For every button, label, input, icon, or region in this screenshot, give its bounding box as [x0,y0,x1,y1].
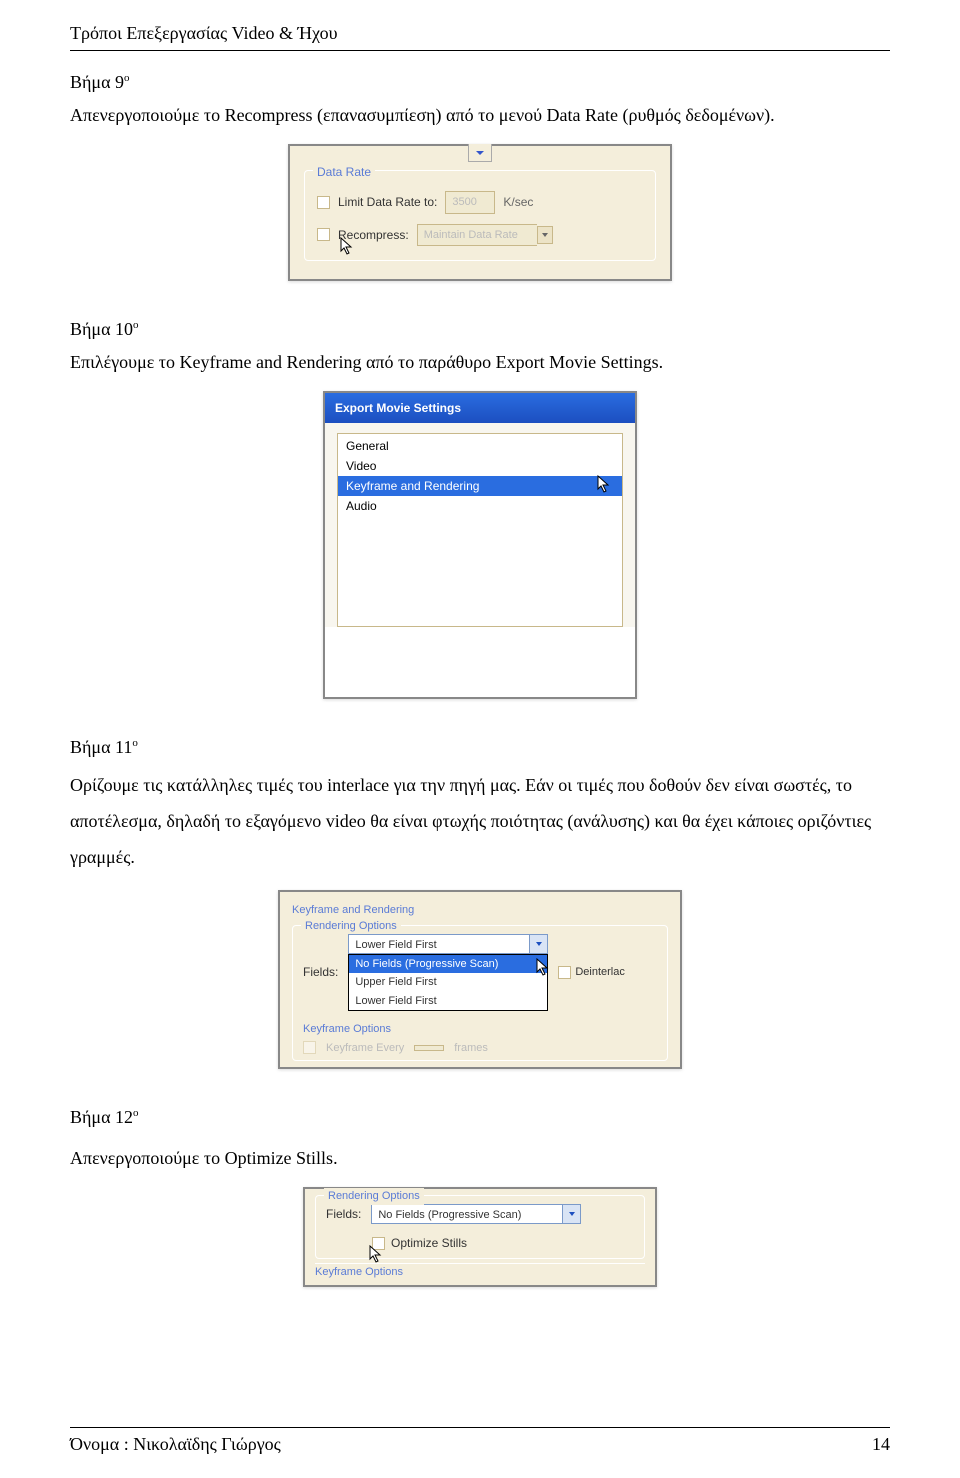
dropdown-tab-icon [468,144,492,162]
figure1: Data Rate Limit Data Rate to: 3500 K/sec… [288,144,672,281]
optimize-stills-label: Optimize Stills [391,1234,467,1252]
figure2: Export Movie Settings General Video Keyf… [323,391,637,699]
step11-heading: Βήμα 11ο [70,734,890,761]
chevron-down-icon [529,935,547,953]
rendering-options-group2: Rendering Options Fields: No Fields (Pro… [315,1195,645,1259]
step11-desc: Ορίζουμε τις κατάλληλες τιμές του interl… [70,767,890,875]
keyframe-options-label2: Keyframe Options [315,1263,645,1281]
step9-heading: Βήμα 9ο [70,69,890,96]
page-header: Τρόποι Επεξεργασίας Video & Ήχου [70,20,890,51]
figure4: Rendering Options Fields: No Fields (Pro… [303,1187,657,1287]
limit-unit: K/sec [503,193,533,211]
fields-combobox2[interactable]: No Fields (Progressive Scan) [371,1204,581,1224]
figure1-wrap: Data Rate Limit Data Rate to: 3500 K/sec… [70,144,890,281]
step11-sup: ο [132,737,138,749]
step12-label: Βήμα 12 [70,1107,133,1127]
fields-value: Lower Field First [349,935,529,953]
chevron-down-icon [562,1205,580,1223]
limit-label: Limit Data Rate to: [338,193,437,211]
list-item-keyframe-label: Keyframe and Rendering [346,479,479,493]
cursor-icon [535,957,551,983]
figure2-wrap: Export Movie Settings General Video Keyf… [70,391,890,699]
kf-frames-label: frames [454,1040,488,1057]
figure4-wrap: Rendering Options Fields: No Fields (Pro… [70,1187,890,1287]
data-rate-panel: Data Rate Limit Data Rate to: 3500 K/sec… [290,146,670,279]
recompress-select[interactable]: Maintain Data Rate [417,224,553,247]
fields-value2: No Fields (Progressive Scan) [372,1205,562,1223]
step12-sup: ο [133,1107,139,1119]
footer-page: 14 [872,1431,890,1458]
step9-desc: Απενεργοποιούμε το Recompress (επανασυμπ… [70,102,890,129]
fields-row: Fields: Lower Field First No Fields (Pro… [303,934,657,1012]
cursor-icon [596,474,612,499]
keyframe-rendering-panel: Keyframe and Rendering Rendering Options… [280,892,680,1067]
figure3-wrap: Keyframe and Rendering Rendering Options… [70,890,890,1069]
rendering-options-legend2: Rendering Options [324,1188,424,1205]
export-settings-window: Export Movie Settings General Video Keyf… [325,393,635,627]
export-title: Export Movie Settings [335,399,461,417]
optimize-stills-row: Optimize Stills [372,1234,634,1252]
chevron-down-icon [537,226,553,244]
rendering-options-panel2: Rendering Options Fields: No Fields (Pro… [305,1189,655,1285]
fields-dropdown-list: No Fields (Progressive Scan) Upper Field… [348,954,548,1012]
step10-sup: ο [133,319,139,331]
kf-every-value[interactable] [414,1045,444,1051]
deinterlace-checkbox[interactable] [558,966,571,979]
list-item-keyframe-rendering[interactable]: Keyframe and Rendering [338,476,622,496]
panel3-label: Keyframe and Rendering [292,902,668,919]
limit-row: Limit Data Rate to: 3500 K/sec [317,191,643,214]
data-rate-legend: Data Rate [313,163,375,181]
cursor-icon [368,1244,384,1269]
deinterlace-option[interactable]: Deinterlac [558,964,625,981]
limit-checkbox[interactable] [317,196,330,209]
step12-heading: Βήμα 12ο [70,1104,890,1131]
fields-label: Fields: [303,963,338,981]
list-item-video[interactable]: Video [338,456,622,476]
export-titlebar: Export Movie Settings [325,393,635,423]
list-item-audio[interactable]: Audio [338,496,622,516]
step9-sup: ο [124,72,130,84]
recompress-value: Maintain Data Rate [417,224,537,247]
limit-value-field[interactable]: 3500 [445,191,495,214]
deinterlace-label: Deinterlac [575,964,625,981]
recompress-row: Recompress: Maintain Data Rate [317,224,643,247]
figure3: Keyframe and Rendering Rendering Options… [278,890,682,1069]
step10-label: Βήμα 10 [70,319,133,339]
cursor-icon [339,236,355,256]
step10-heading: Βήμα 10ο [70,316,890,343]
list-item-general[interactable]: General [338,436,622,456]
kf-every-checkbox[interactable] [303,1041,316,1054]
recompress-checkbox[interactable] [317,228,330,241]
option-lower-field[interactable]: Lower Field First [349,992,547,1011]
kf-every-label: Keyframe Every [326,1040,404,1057]
fields-row2: Fields: No Fields (Progressive Scan) [326,1204,634,1224]
data-rate-group: Data Rate Limit Data Rate to: 3500 K/sec… [304,170,656,261]
header-title: Τρόποι Επεξεργασίας Video & Ήχου [70,23,338,43]
fields-label2: Fields: [326,1205,361,1223]
option-no-fields[interactable]: No Fields (Progressive Scan) [349,955,547,974]
step11-label: Βήμα 11 [70,737,132,757]
rendering-options-legend: Rendering Options [301,918,401,935]
step9-label: Βήμα 9 [70,72,124,92]
rendering-options-group: Rendering Options Fields: Lower Field Fi… [292,925,668,1062]
keyframe-every-row: Keyframe Every frames [303,1040,657,1057]
keyframe-options-label: Keyframe Options [303,1021,657,1038]
step12-desc: Απενεργοποιούμε το Optimize Stills. [70,1145,890,1172]
page-footer: Όνομα : Νικολαϊδης Γιώργος 14 [70,1427,890,1458]
settings-list: General Video Keyframe and Rendering Aud… [337,433,623,627]
fields-combobox[interactable]: Lower Field First [348,934,548,954]
option-upper-field[interactable]: Upper Field First [349,973,547,992]
footer-author: Όνομα : Νικολαϊδης Γιώργος [70,1431,281,1458]
step10-desc: Επιλέγουμε το Keyframe and Rendering από… [70,349,890,376]
